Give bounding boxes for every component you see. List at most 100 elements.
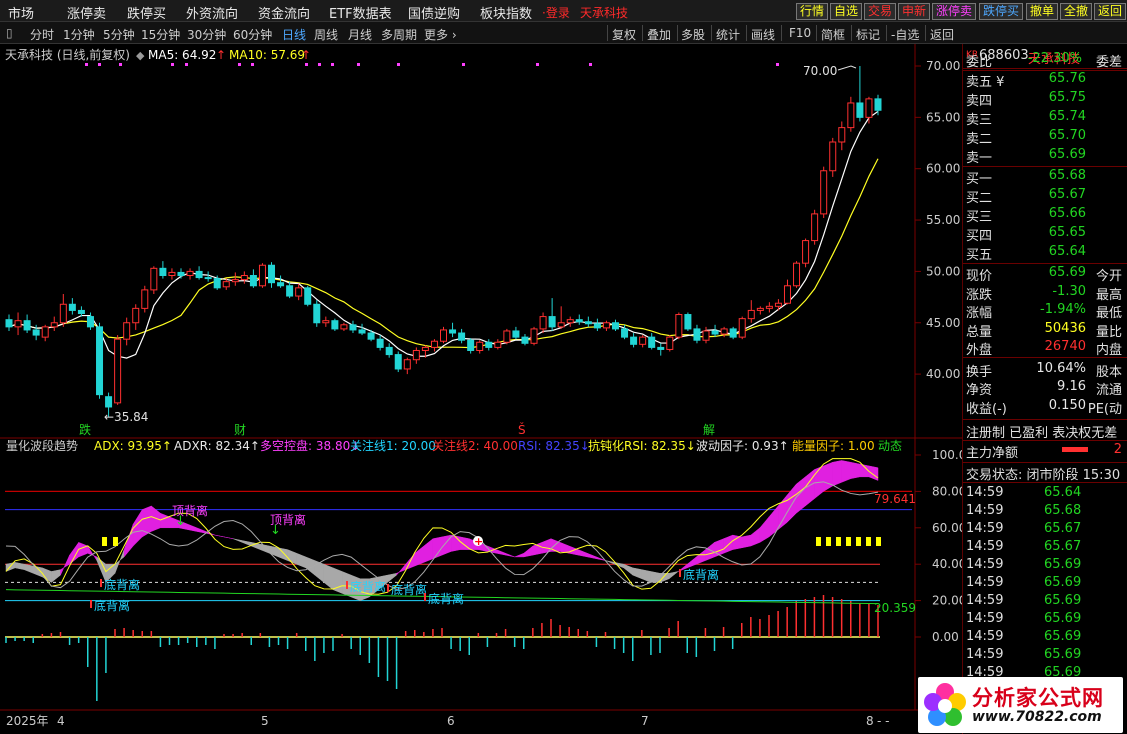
event-dot [397,63,400,66]
event-dot [119,63,122,66]
sell-level-label: 卖一 [966,151,993,166]
event-marker-2[interactable]: 财 [234,423,246,437]
panel-toggle-icon[interactable]: ▯ [6,26,13,40]
quick-button-3[interactable]: 申新 [898,3,931,20]
menu-foreign-flow[interactable]: 外资流向 [186,3,238,22]
menu-sector-index[interactable]: 板块指数 [480,3,532,22]
tab-period-monthly[interactable]: 月线 [348,26,372,43]
signal-block [856,537,861,546]
event-marker-4[interactable]: 解 [703,423,715,437]
tab-period-5min[interactable]: 5分钟 [103,26,135,43]
tab-period-intraday[interactable]: 分时 [30,26,54,43]
capital-bar [1062,447,1088,452]
menu-market[interactable]: 市场 [8,3,34,22]
stat-label: 净资 [966,383,993,398]
quote-panel: KR 688603 天承科技 委比 -22.30% 委差 卖五 ¥65.76 卖四 65.… [962,44,1127,734]
bottom-divergence-label-5: 底背离 [683,567,719,582]
menu-etf-table[interactable]: ETF数据表 [329,3,392,22]
event-dot [776,63,779,66]
buy-level-price: 65.65 [1048,225,1086,240]
tab-period-15min[interactable]: 15分钟 [141,26,180,43]
tick-time: 14:59 [966,575,1004,590]
ma5-label: MA5: 64.92 [148,48,216,62]
kline-chart[interactable]: 天承科技 (日线,前复权) ◆ MA5: 64.92 ↑ MA10: 57.69… [0,44,962,734]
tab-period-daily[interactable]: 日线 [282,26,306,43]
signal-block [826,537,831,546]
month-label-aug: 8 [866,714,874,728]
buy-level-label: 买三 [966,210,993,225]
menu-limit-down-buy[interactable]: 跌停买 [127,3,166,22]
button-multi-stock[interactable]: 多股 [681,26,705,43]
button-mark[interactable]: 标记 [856,26,880,43]
tick-time: 14:59 [966,503,1004,518]
quick-button-8[interactable]: 返回 [1094,3,1127,20]
menu-capital-flow[interactable]: 资金流向 [258,3,310,22]
quick-button-7[interactable]: 全撤 [1060,3,1093,20]
candle [811,209,819,245]
button-overlay[interactable]: 叠加 [647,26,671,43]
quick-button-1[interactable]: 自选 [830,3,863,20]
trend-band-segment [741,534,752,549]
menu-limit-up-sell[interactable]: 涨停卖 [67,3,106,22]
bottom-divergence-label-2: 底背离 [350,579,386,594]
candle [313,300,321,327]
candle [503,328,511,345]
button-draw-line[interactable]: 画线 [751,26,775,43]
button-f10[interactable]: F10 [789,26,811,40]
current-stock-label: 天承科技 [580,6,629,20]
bottom-divergence-label-3: 底背离 [391,582,427,597]
tick-row: 14:59 65.69 [966,593,1126,611]
stat-value: 10.64% [1036,360,1086,376]
stat-label: 涨跌 [966,287,993,303]
signal-block [102,537,107,546]
tab-period-1min[interactable]: 1分钟 [63,26,95,43]
event-dot [462,63,465,66]
toolbar-separator [642,25,643,41]
price-tick-label: 65.00 [926,110,960,124]
tab-period-30min[interactable]: 30分钟 [187,26,226,43]
tab-period-weekly[interactable]: 周线 [314,26,338,43]
menu-repo[interactable]: 国债逆购 [408,3,460,22]
registration-info: 注册制 已盈利 表决权无差 [966,426,1118,441]
sell-level-price: 65.69 [1048,147,1086,162]
divider [963,419,1127,420]
tick-row: 14:59 65.69 [966,611,1126,629]
event-marker-3[interactable]: Š [518,422,526,437]
bottom-divergence-label-4: 底背离 [428,591,464,606]
indicator-param-10: 动态 [878,439,902,453]
indicator-tick-label: 80.00 [932,484,962,498]
button-simple-frame[interactable]: 简框 [821,26,845,43]
button-back[interactable]: 返回 [930,26,954,43]
month-label-jul: 7 [641,714,649,728]
indicator-param-4: 关注线1: 20.00 [350,438,436,453]
low-price-label: ←35.84 [104,410,148,424]
quick-button-2[interactable]: 交易 [864,3,897,20]
collapse-icon[interactable]: ◆ [136,49,145,62]
event-dot [357,63,360,66]
tab-period-more[interactable]: 更多 › [424,26,457,43]
candle [675,312,683,340]
indicator-param-0: 量化波段趋势 [6,438,78,453]
quick-button-5[interactable]: 跌停买 [979,3,1024,20]
price-tick-label: 50.00 [926,264,960,278]
tab-period-60min[interactable]: 60分钟 [233,26,272,43]
button-remove-watchlist[interactable]: -自选 [891,26,919,43]
sell-level-label: 卖二 [966,132,993,147]
button-statistics[interactable]: 统计 [716,26,740,43]
tab-period-multi[interactable]: 多周期 [381,26,417,43]
button-adjust[interactable]: 复权 [612,26,636,43]
login-link[interactable]: ·登录 [542,4,570,21]
buy-level-price: 65.66 [1048,206,1086,221]
quick-button-4[interactable]: 涨停卖 [932,3,977,20]
quick-button-6[interactable]: 撤单 [1026,3,1059,20]
candle [820,166,828,218]
stat-right-label: 最高 [1095,287,1122,303]
event-dot [238,63,241,66]
stat-right-label: 流通 [1095,383,1122,398]
stat-label: 总量 [966,324,993,340]
event-marker-1[interactable]: 跌 [79,422,91,437]
tick-price: 65.67 [1044,539,1082,554]
stat-label: 收益(-) [966,401,1007,417]
quick-button-0[interactable]: 行情 [796,3,829,20]
trend-band-segment [850,461,861,479]
